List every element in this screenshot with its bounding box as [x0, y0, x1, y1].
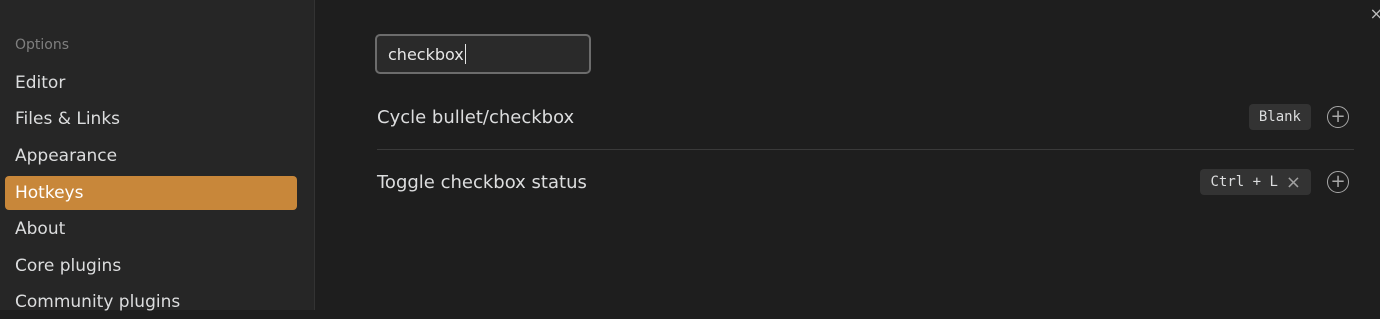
hotkey-command-label: Toggle checkbox status: [377, 171, 587, 193]
hotkey-binding: Ctrl + L ×: [1200, 169, 1311, 195]
settings-sidebar: Options Editor Files & Links Appearance …: [0, 0, 315, 312]
hotkeys-panel: checkbox Cycle bullet/checkbox Blank + T…: [315, 0, 1380, 310]
sidebar-item-hotkeys[interactable]: Hotkeys: [5, 176, 297, 210]
sidebar-item-core-plugins[interactable]: Core plugins: [5, 249, 297, 283]
plus-circle-icon[interactable]: +: [1327, 171, 1349, 193]
sidebar-section-label: Options: [15, 37, 70, 53]
hotkey-binding[interactable]: Blank: [1248, 104, 1311, 130]
sidebar-item-appearance[interactable]: Appearance: [5, 139, 297, 173]
hotkey-row-toggle-checkbox-status: Toggle checkbox status Ctrl + L × +: [377, 150, 1354, 214]
close-icon[interactable]: ×: [1286, 172, 1301, 193]
sidebar-item-community-plugins[interactable]: Community plugins: [5, 285, 297, 319]
hotkey-command-label: Cycle bullet/checkbox: [377, 106, 575, 128]
text-caret: [464, 44, 466, 64]
sidebar-item-about[interactable]: About: [5, 212, 297, 246]
hotkey-binding-label: Blank: [1258, 109, 1301, 125]
sidebar-item-files-links[interactable]: Files & Links: [5, 102, 297, 136]
sidebar-item-editor[interactable]: Editor: [5, 66, 297, 100]
search-input-value: checkbox: [388, 44, 464, 64]
hotkey-binding-label: Ctrl + L: [1210, 174, 1278, 190]
hotkey-row-cycle-bullet-checkbox: Cycle bullet/checkbox Blank +: [377, 85, 1354, 150]
close-icon[interactable]: ×: [1370, 4, 1380, 23]
hotkey-search-input[interactable]: checkbox: [375, 34, 591, 74]
plus-circle-icon[interactable]: +: [1327, 106, 1349, 128]
